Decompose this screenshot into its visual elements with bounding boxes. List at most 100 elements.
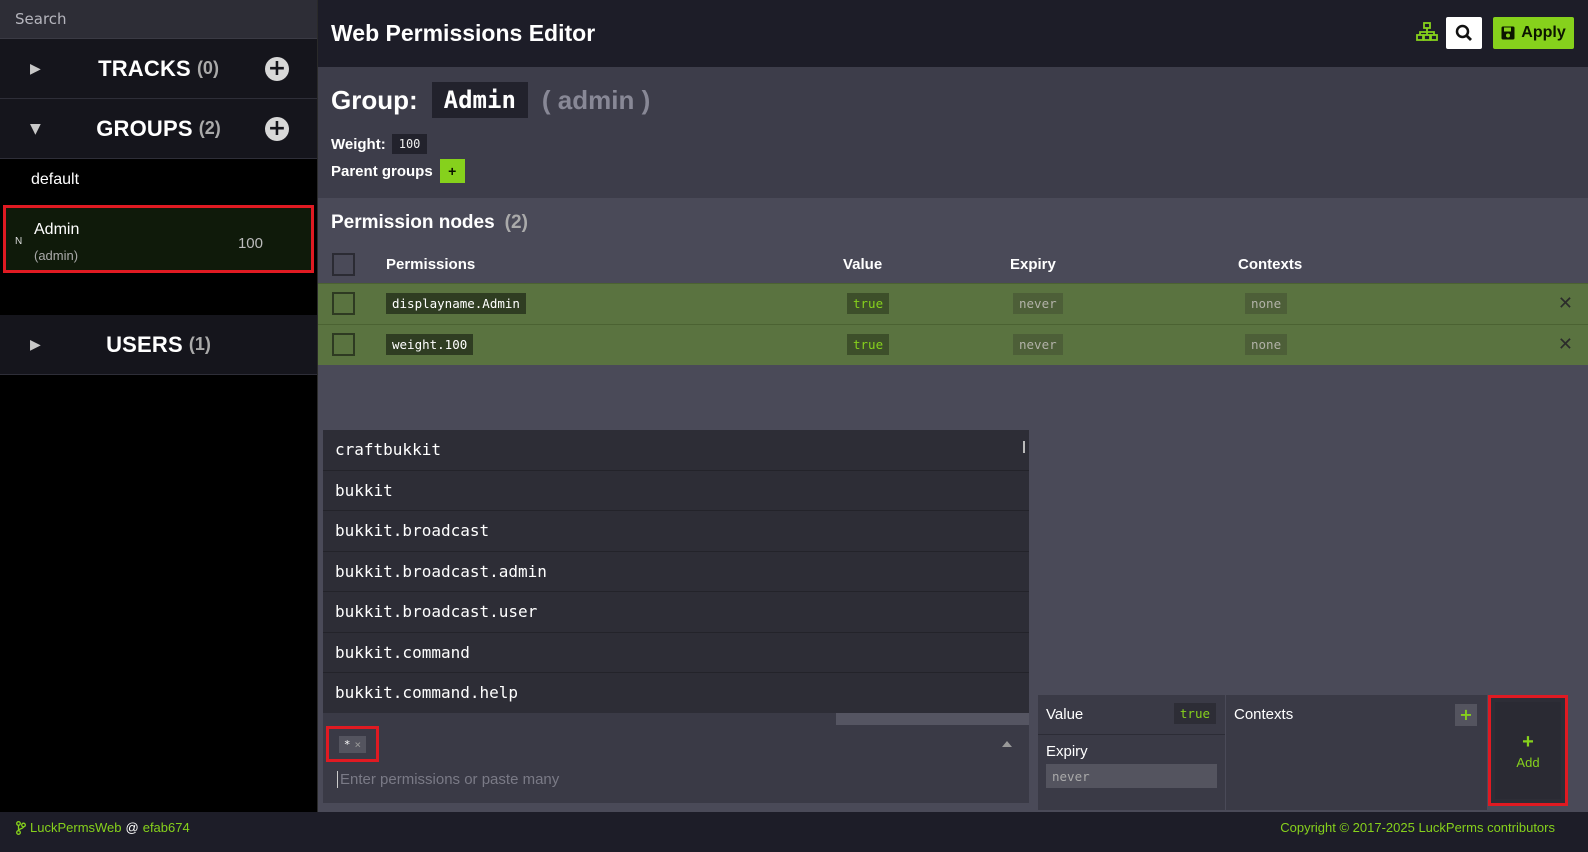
search-icon bbox=[1455, 24, 1472, 41]
permission-value[interactable]: true bbox=[847, 334, 890, 355]
add-track-icon[interactable]: + bbox=[265, 56, 289, 81]
users-count: (1) bbox=[188, 334, 211, 354]
contexts-panel: Contexts + bbox=[1226, 695, 1487, 810]
group-item-display-name: (admin) bbox=[34, 248, 79, 263]
expiry-field[interactable] bbox=[1046, 764, 1217, 788]
permission-node[interactable]: displayname.Admin bbox=[386, 293, 526, 314]
row-checkbox[interactable] bbox=[332, 333, 355, 356]
value-toggle[interactable]: true bbox=[1173, 703, 1216, 724]
apply-button[interactable]: Apply bbox=[1493, 17, 1574, 49]
selected-permission-chip[interactable]: * × bbox=[338, 735, 367, 753]
column-header-contexts[interactable]: Contexts bbox=[1238, 256, 1302, 273]
caret-right-icon[interactable]: ▶ bbox=[30, 337, 41, 353]
permission-contexts[interactable]: none bbox=[1245, 334, 1288, 355]
group-name: Admin bbox=[431, 82, 528, 118]
group-heading: Group: Admin ( admin ) bbox=[331, 82, 650, 118]
permission-node[interactable]: weight.100 bbox=[386, 334, 474, 355]
copyright[interactable]: Copyright © 2017-2025 LuckPerms contribu… bbox=[1280, 820, 1555, 835]
footer: LuckPermsWeb @ efab674 Copyright © 2017-… bbox=[0, 812, 1588, 852]
suggestion-item[interactable]: bukkit.command.help bbox=[323, 673, 1029, 714]
groups-header[interactable]: ▼ GROUPS (2) + bbox=[0, 99, 317, 159]
git-branch-icon bbox=[16, 820, 26, 835]
save-icon bbox=[1501, 26, 1515, 40]
permission-contexts[interactable]: none bbox=[1245, 293, 1288, 314]
parent-groups-label: Parent groups bbox=[331, 162, 433, 180]
select-all-checkbox[interactable] bbox=[332, 253, 355, 276]
close-icon[interactable]: ✕ bbox=[1558, 293, 1573, 314]
group-item-admin[interactable]: N Admin (admin) 100 bbox=[3, 205, 314, 273]
value-expiry-panel: Value true Expiry bbox=[1038, 695, 1225, 810]
permission-input[interactable] bbox=[337, 771, 937, 788]
caret-right-icon[interactable]: ▶ bbox=[30, 61, 41, 77]
group-display-name: ( admin ) bbox=[541, 84, 651, 115]
chip-remove-icon[interactable]: × bbox=[355, 738, 362, 751]
users-title: USERS bbox=[106, 331, 183, 357]
value-row: Value true bbox=[1038, 695, 1225, 735]
suggestion-item[interactable]: bukkit.broadcast bbox=[323, 511, 1029, 552]
at-sign: @ bbox=[125, 820, 139, 835]
group-item-label: default bbox=[31, 171, 80, 188]
sidebar-search-input[interactable]: Search bbox=[0, 0, 317, 39]
weight-row: Weight: 100 bbox=[331, 134, 428, 154]
add-permission-area: * × bbox=[323, 713, 1029, 803]
apply-label: Apply bbox=[1521, 24, 1566, 41]
footer-version: LuckPermsWeb @ efab674 bbox=[16, 820, 190, 835]
suggestion-item[interactable]: bukkit.broadcast.user bbox=[323, 592, 1029, 633]
suggestion-item[interactable]: bukkit.command bbox=[323, 633, 1029, 673]
suggestion-item[interactable]: bukkit bbox=[323, 471, 1029, 511]
permission-nodes-count: (2) bbox=[504, 211, 528, 233]
group-item-weight: 100 bbox=[237, 235, 263, 252]
chip-label: * bbox=[343, 737, 351, 751]
add-context-button[interactable]: + bbox=[1455, 704, 1477, 726]
group-info-panel: Group: Admin ( admin ) Weight: 100 Paren… bbox=[318, 67, 1588, 198]
add-group-icon[interactable]: + bbox=[265, 116, 289, 141]
caret-down-icon[interactable]: ▼ bbox=[30, 121, 41, 137]
weight-label: Weight: bbox=[331, 135, 386, 153]
add-permission-button[interactable]: + Add bbox=[1495, 702, 1561, 799]
column-header-expiry[interactable]: Expiry bbox=[1010, 256, 1056, 273]
tracks-header[interactable]: ▶ TRACKS (0) + bbox=[0, 39, 317, 99]
add-label: Add bbox=[1516, 754, 1540, 770]
dropdown-scrollbar[interactable] bbox=[1023, 441, 1025, 453]
chevron-up-icon[interactable] bbox=[1002, 741, 1012, 747]
permissions-table-header: Permissions Value Expiry Contexts bbox=[318, 247, 1588, 283]
sitemap-icon[interactable] bbox=[1416, 22, 1438, 42]
app-link[interactable]: LuckPermsWeb bbox=[30, 820, 122, 835]
row-checkbox[interactable] bbox=[332, 292, 355, 315]
add-button-frame: + Add bbox=[1488, 695, 1568, 806]
permission-suggestions-dropdown[interactable]: craftbukkit bukkit bukkit.broadcast bukk… bbox=[323, 430, 1029, 714]
commit-link[interactable]: efab674 bbox=[143, 820, 190, 835]
groups-title: GROUPS bbox=[96, 115, 193, 141]
suggestion-item[interactable]: craftbukkit bbox=[323, 430, 1029, 471]
plus-icon: + bbox=[1522, 730, 1534, 753]
permission-expiry[interactable]: never bbox=[1013, 334, 1063, 355]
contexts-label: Contexts bbox=[1234, 706, 1294, 723]
column-header-value[interactable]: Value bbox=[843, 256, 882, 273]
add-parent-group-button[interactable]: + bbox=[439, 159, 465, 183]
value-label: Value bbox=[1046, 706, 1084, 723]
top-bar: Web Permissions Editor Apply bbox=[318, 0, 1588, 67]
column-header-permissions[interactable]: Permissions bbox=[386, 256, 475, 273]
selected-permission-chip-box: * × bbox=[326, 726, 379, 762]
users-header[interactable]: ▶ USERS (1) bbox=[0, 315, 317, 375]
close-icon[interactable]: ✕ bbox=[1558, 334, 1573, 355]
table-row[interactable]: weight.100 true never none ✕ bbox=[318, 324, 1588, 365]
parent-groups-row: Parent groups + bbox=[331, 159, 465, 183]
permission-nodes-title: Permission nodes (2) bbox=[318, 198, 1588, 247]
permission-value[interactable]: true bbox=[847, 293, 890, 314]
group-prefix-badge: N bbox=[15, 236, 23, 247]
table-row[interactable]: displayname.Admin true never none ✕ bbox=[318, 283, 1588, 324]
page-title: Web Permissions Editor bbox=[331, 20, 596, 46]
permission-expiry[interactable]: never bbox=[1013, 293, 1063, 314]
divider bbox=[836, 713, 1029, 725]
group-item-default[interactable]: default bbox=[0, 159, 317, 201]
tracks-title: TRACKS bbox=[98, 55, 191, 81]
search-button[interactable] bbox=[1446, 17, 1482, 49]
app-root: Search ▶ TRACKS (0) + ▼ GROUPS (2) + def… bbox=[0, 0, 1588, 852]
groups-count: (2) bbox=[198, 118, 221, 138]
suggestion-item[interactable]: bukkit.broadcast.admin bbox=[323, 552, 1029, 592]
expiry-label: Expiry bbox=[1046, 743, 1088, 760]
group-label: Group: bbox=[331, 84, 418, 115]
tracks-count: (0) bbox=[196, 58, 219, 78]
weight-value[interactable]: 100 bbox=[391, 134, 428, 154]
